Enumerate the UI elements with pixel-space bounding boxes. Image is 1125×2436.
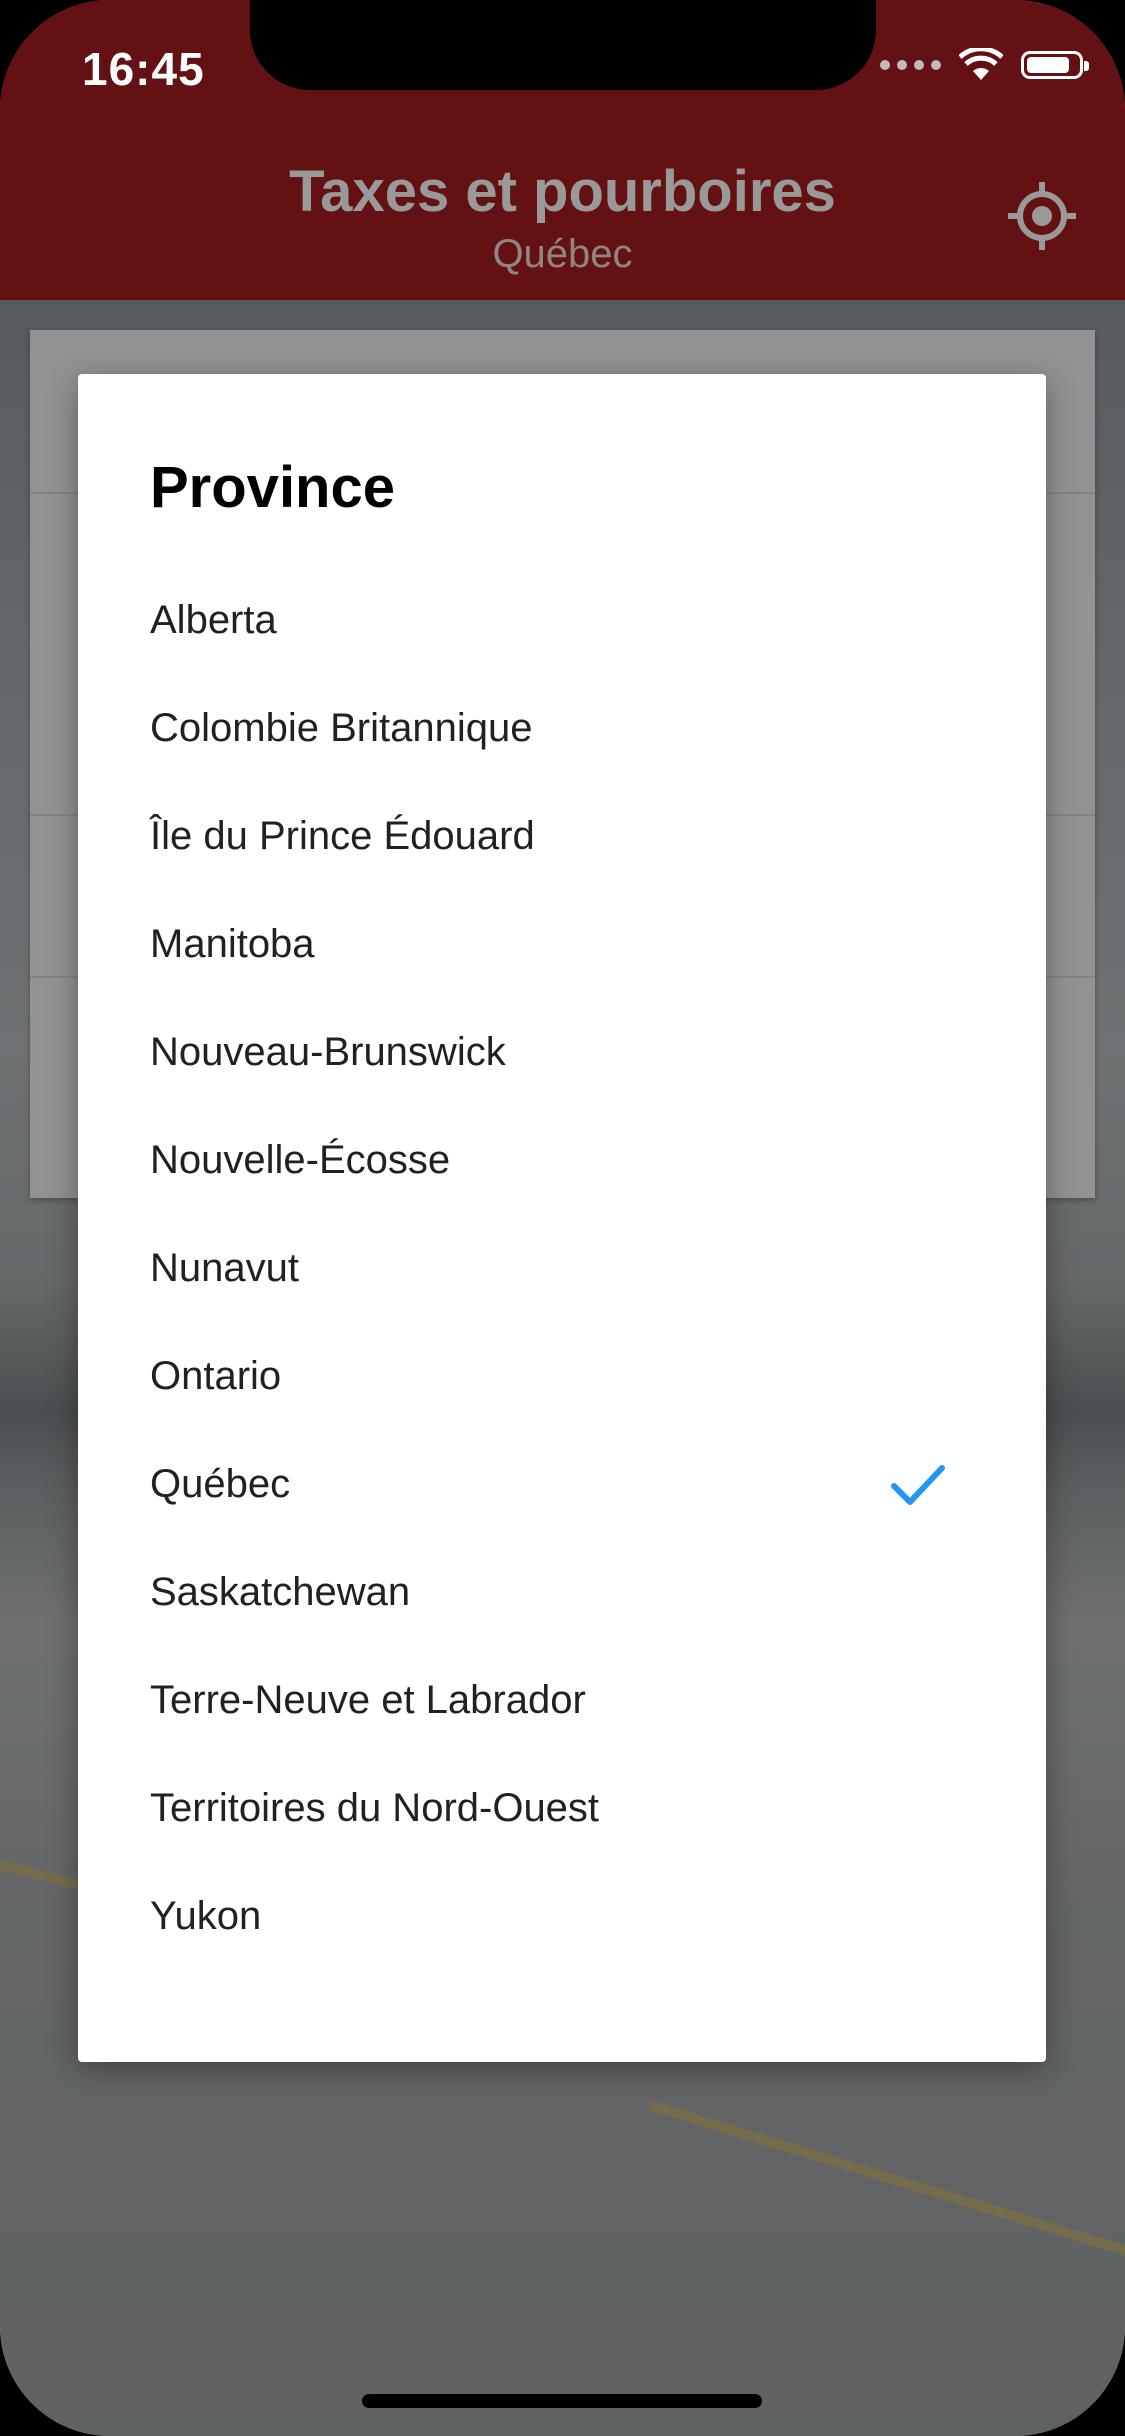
province-option[interactable]: Île du Prince Édouard (78, 784, 1046, 892)
province-option[interactable]: Colombie Britannique (78, 676, 1046, 784)
province-option-label: Nunavut (150, 1246, 299, 1290)
province-option-label: Terre-Neuve et Labrador (150, 1678, 586, 1722)
province-option[interactable]: Saskatchewan (78, 1540, 1046, 1648)
province-option-label: Yukon (150, 1894, 262, 1938)
province-option-label: Alberta (150, 598, 277, 642)
province-option[interactable]: Alberta (78, 568, 1046, 676)
app-screen: Taxes et pourboires Québec 16:45 Provinc… (0, 0, 1125, 2436)
province-option[interactable]: Nunavut (78, 1216, 1046, 1324)
province-option-label: Québec (150, 1462, 291, 1506)
status-icons (880, 48, 1089, 82)
province-option-label: Territoires du Nord-Ouest (150, 1786, 600, 1830)
dialog-title: Province (150, 455, 395, 520)
province-option-label: Île du Prince Édouard (150, 814, 535, 858)
province-option-label: Ontario (150, 1354, 282, 1398)
province-dialog: Province Alberta Colombie Britannique Île … (78, 374, 1046, 2062)
wifi-icon (959, 48, 1003, 80)
province-option-label: Colombie Britannique (150, 706, 533, 750)
checkmark-icon (891, 1465, 945, 1505)
cellular-signal-icon (880, 60, 941, 70)
province-option[interactable]: Nouveau-Brunswick (78, 1000, 1046, 1108)
province-option[interactable]: Ontario (78, 1324, 1046, 1432)
battery-icon (1021, 51, 1089, 79)
province-option[interactable]: Yukon (78, 1864, 1046, 1972)
province-option[interactable]: Manitoba (78, 892, 1046, 1000)
province-option[interactable]: Terre-Neuve et Labrador (78, 1648, 1046, 1756)
status-time: 16:45 (82, 43, 205, 95)
home-indicator[interactable] (362, 2394, 762, 2408)
province-option-label: Nouveau-Brunswick (150, 1030, 506, 1074)
province-option-label: Manitoba (150, 922, 315, 966)
province-option-label: Saskatchewan (150, 1570, 411, 1614)
province-option-label: Nouvelle-Écosse (150, 1138, 451, 1182)
province-option[interactable]: Territoires du Nord-Ouest (78, 1756, 1046, 1864)
device-notch (250, 0, 876, 90)
province-option[interactable]: Nouvelle-Écosse (78, 1108, 1046, 1216)
province-option[interactable]: Québec (78, 1432, 1046, 1540)
